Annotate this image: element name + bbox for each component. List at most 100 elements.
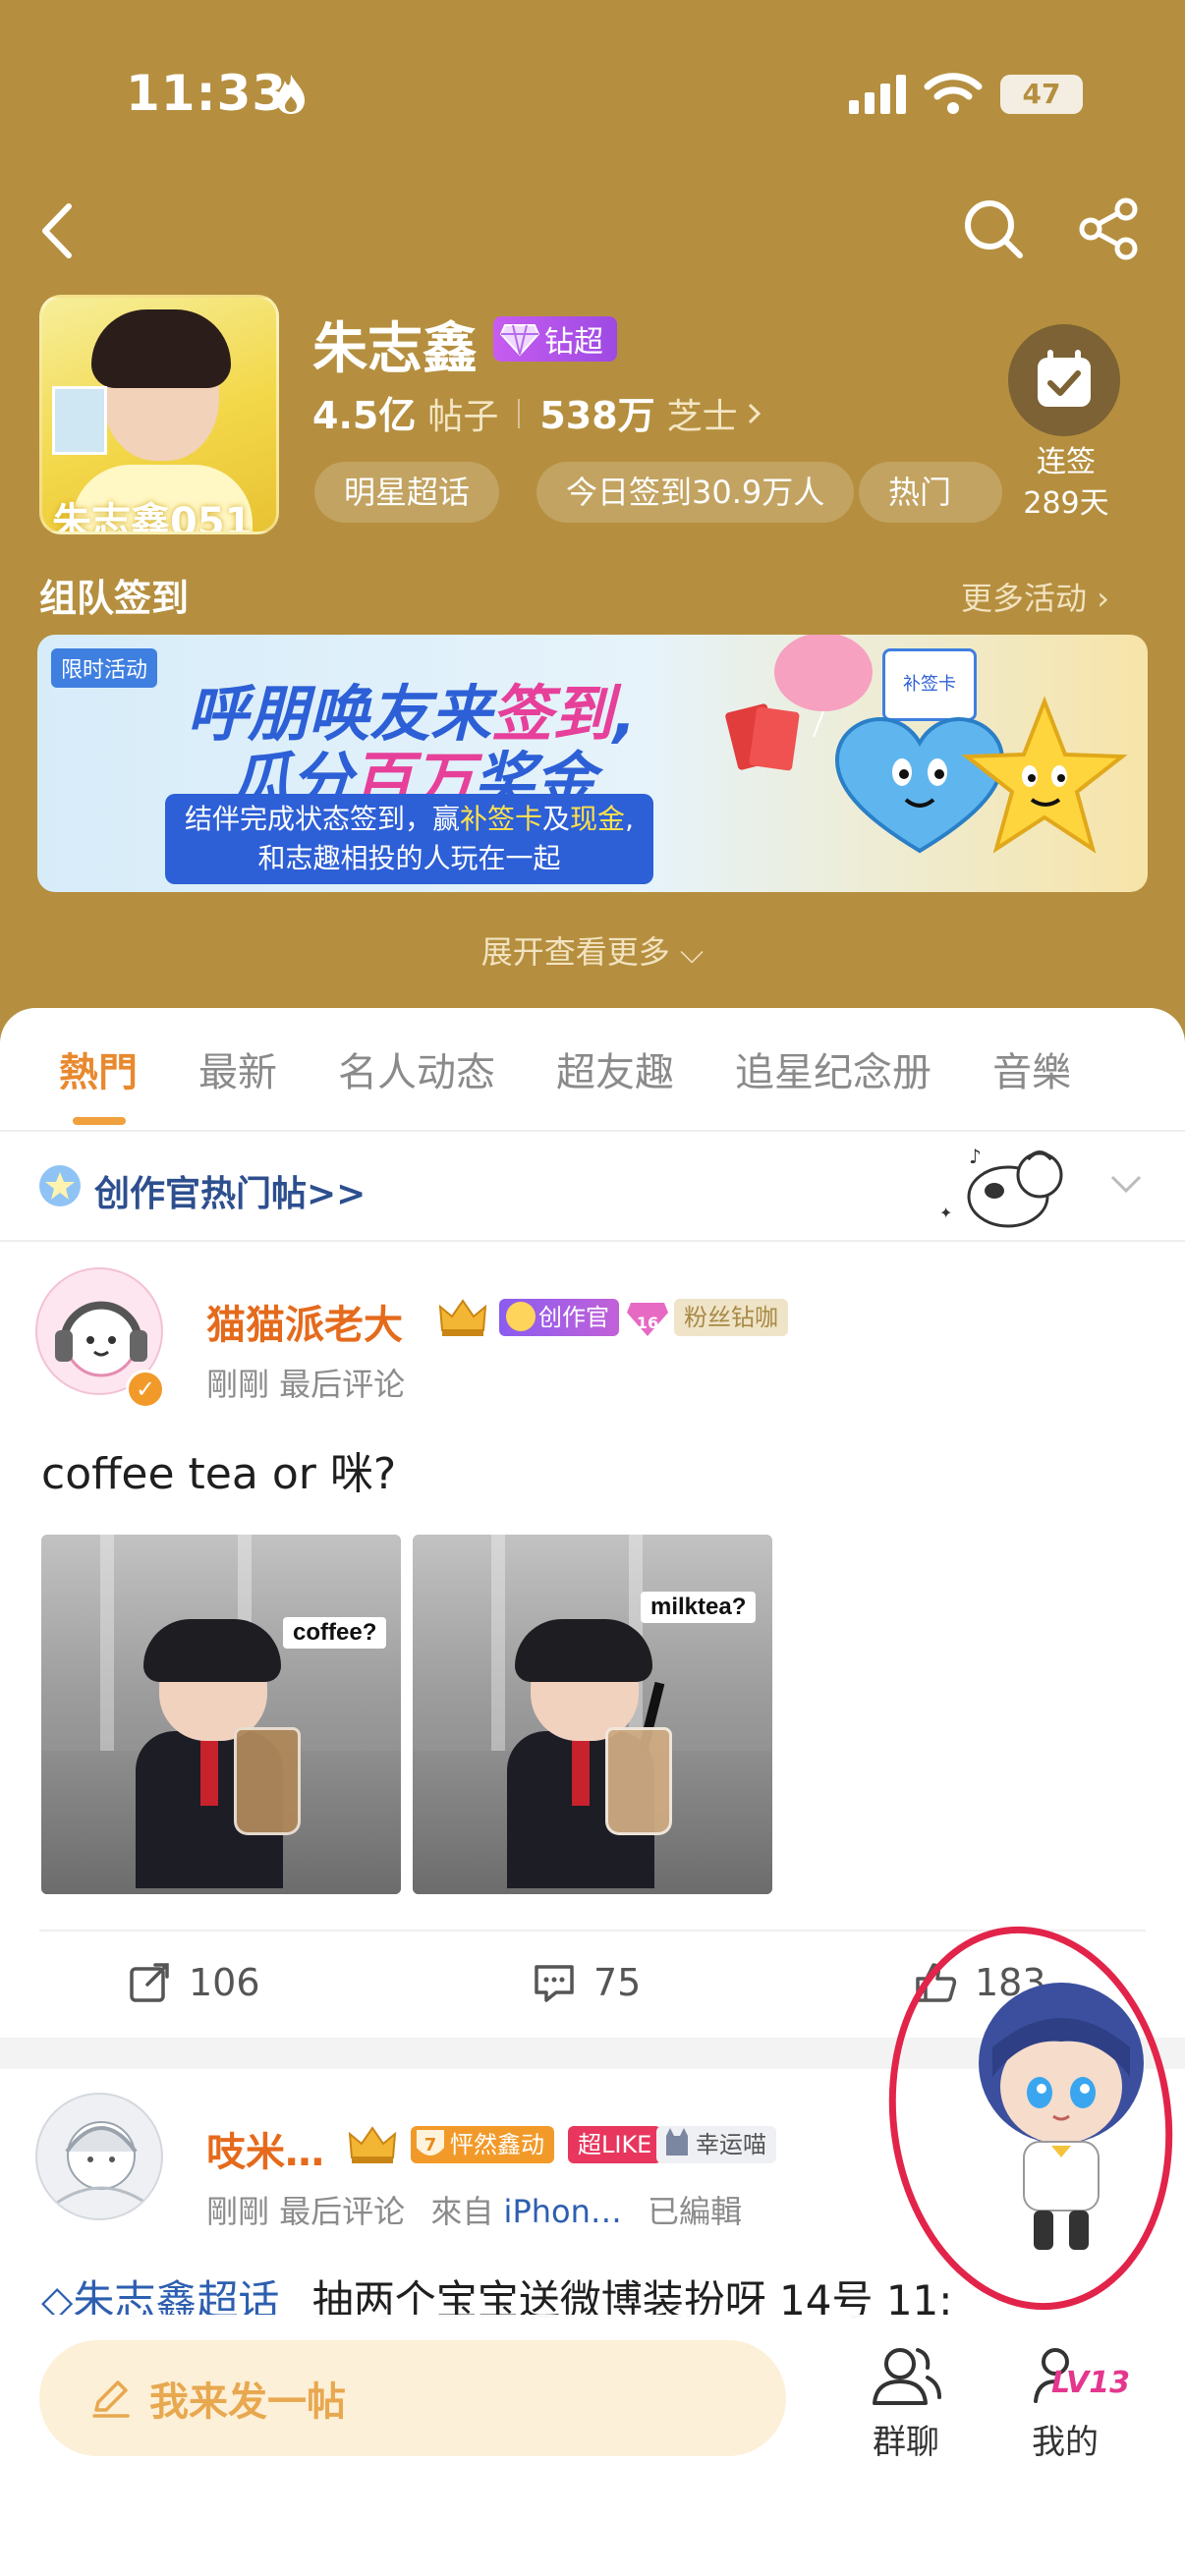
- creator-badge-label: 创作官: [538, 1304, 609, 1331]
- banner-subtitle: 结伴完成状态签到，赢补签卡及现金, 和志趣相投的人玩在一起: [165, 794, 653, 884]
- post2-author-name[interactable]: 吱米…: [206, 2120, 324, 2177]
- team-checkin-title: 组队签到: [39, 577, 190, 620]
- post1-photo-2[interactable]: milktea?: [413, 1535, 772, 1894]
- status-time: 11:33: [126, 65, 288, 122]
- photo-person-hair: [143, 1619, 281, 1682]
- post1-text[interactable]: coffee tea or 咪?: [41, 1438, 396, 1501]
- star-avatar[interactable]: 朱志鑫051: [39, 295, 279, 534]
- cow-mascot-icon: ♪ ✦: [939, 1145, 1063, 1228]
- chevron-right-icon: [748, 403, 761, 424]
- level-number: 7: [424, 2135, 437, 2156]
- share-icon[interactable]: [1077, 196, 1142, 261]
- post1-share-button[interactable]: 106: [128, 1955, 260, 2010]
- tab-memorial-album[interactable]: 追星纪念册: [735, 1040, 931, 1097]
- back-arrow-icon[interactable]: [29, 196, 88, 265]
- super-topic-level-badge[interactable]: 钻超: [493, 316, 617, 362]
- limited-time-tag: 限时活动: [51, 648, 158, 688]
- fan-level-number: 16: [637, 1314, 658, 1332]
- checkin-streak: 连签 289天: [983, 442, 1150, 525]
- user-level-badge: LV13: [1051, 2366, 1130, 2400]
- chevron-down-icon: ⌵: [679, 933, 705, 971]
- diamond-icon: [499, 324, 540, 357]
- cat-icon: [666, 2128, 688, 2156]
- group-chat-tab[interactable]: 群聊: [847, 2338, 965, 2463]
- compose-post-button[interactable]: 我来发一帖: [39, 2340, 786, 2456]
- status-bar: 11:33 47: [0, 0, 1185, 187]
- creator-hot-posts-row[interactable]: 创作官热门帖>> ♪ ✦: [0, 1134, 1185, 1242]
- chevron-right-icon: ›: [1097, 580, 1109, 617]
- fans-unit[interactable]: 芝士: [667, 388, 738, 439]
- tab-celebrity-updates[interactable]: 名人动态: [338, 1040, 495, 1097]
- chip-hot[interactable]: 热门: [859, 462, 1002, 523]
- mine-tab[interactable]: 我的: [1006, 2338, 1124, 2463]
- group-chat-icon: [873, 2348, 941, 2405]
- post2-device[interactable]: iPhon…: [504, 2193, 622, 2230]
- wifi-icon: [924, 73, 983, 114]
- sub-1b: 补签卡: [460, 803, 543, 835]
- banner-sub-line-1: 结伴完成状态签到，赢补签卡及现金,: [185, 803, 634, 835]
- more-activities-label: 更多活动: [961, 580, 1088, 617]
- sub-1c: 及: [542, 803, 571, 835]
- star-name: 朱志鑫: [312, 317, 478, 381]
- posts-count: 4.5亿: [312, 394, 417, 437]
- stats-divider: [518, 399, 521, 428]
- photo-2-caption: milktea?: [641, 1592, 757, 1623]
- photo-milktea-cup: [605, 1727, 672, 1835]
- fan-level-gem-icon: 16: [627, 1303, 668, 1336]
- posts-unit: 帖子: [427, 397, 499, 437]
- feed-tabs: 熱門 最新 名人动态 超友趣 追星纪念册 音樂: [0, 1008, 1185, 1132]
- team-checkin-banner[interactable]: 限时活动 呼朋唤友来签到, 瓜分百万奖金 结伴完成状态签到，赢补签卡及现金, 和…: [37, 635, 1148, 892]
- tab-latest[interactable]: 最新: [198, 1040, 277, 1097]
- level-badge-label: 钻超: [544, 325, 603, 360]
- share-count: 106: [189, 1961, 260, 2004]
- avatar-hair: [91, 309, 231, 388]
- fans-count[interactable]: 538万: [539, 385, 654, 439]
- checkin-button[interactable]: [1008, 324, 1120, 436]
- comment-icon: [535, 1965, 574, 2002]
- avatar-caption: 朱志鑫051: [52, 500, 253, 534]
- comment-count: 75: [593, 1961, 642, 2004]
- expand-more-label: 展开查看更多: [480, 933, 670, 971]
- post1-action-divider: [39, 1930, 1146, 1932]
- tab-hot[interactable]: 熱門: [59, 1040, 138, 1125]
- chevron-down-icon[interactable]: [1106, 1169, 1146, 1199]
- creator-star-badge-icon: [39, 1165, 81, 1206]
- verified-badge-icon: ✓: [126, 1370, 165, 1409]
- post2-time: 剛剛 最后评论: [206, 2193, 406, 2230]
- more-activities-link[interactable]: 更多活动 ›: [961, 574, 1109, 619]
- chip-star-topic[interactable]: 明星超话: [314, 462, 500, 523]
- compose-label: 我来发一帖: [149, 2380, 346, 2425]
- heartbeat-badge-label: 怦然鑫动: [450, 2131, 544, 2158]
- chip-today-checkins[interactable]: 今日签到30.9万人: [536, 462, 855, 523]
- crown-badge-icon: [438, 1299, 487, 1336]
- post1-comment-button[interactable]: 75: [533, 1955, 641, 2010]
- post2-meta: 剛剛 最后评论 來自 iPhon… 已編輯: [206, 2187, 742, 2232]
- photo-coffee-cup: [234, 1727, 301, 1835]
- post2-edited: 已編輯: [648, 2193, 743, 2230]
- fan-diamond-badge: 粉丝钻咖: [674, 1299, 788, 1336]
- level-shield-icon: 7: [417, 2130, 444, 2156]
- post2-author-avatar[interactable]: [35, 2093, 163, 2220]
- sub-1a: 结伴完成状态签到，赢: [185, 803, 461, 835]
- search-icon[interactable]: [961, 196, 1026, 261]
- cellular-signal-icon: [849, 75, 906, 114]
- group-chat-label: 群聊: [873, 2423, 939, 2462]
- star-stats: 4.5亿 帖子 538万 芝士: [312, 385, 765, 439]
- anime-avatar-icon: [56, 2121, 146, 2205]
- pencil-icon: [92, 2380, 130, 2418]
- creator-hot-posts-label: 创作官热门帖>>: [94, 1174, 367, 1214]
- battery-indicator: 47: [1000, 75, 1083, 114]
- hotspot-flame-icon: [277, 75, 305, 114]
- banner-sub-line-2: 和志趣相投的人玩在一起: [257, 842, 561, 874]
- post1-author-name[interactable]: 猫猫派老大: [206, 1293, 403, 1350]
- photo-person-tie: [200, 1737, 218, 1806]
- checkin-label: 连签: [1037, 445, 1096, 479]
- sub-1d: 现金: [570, 803, 626, 835]
- expand-more-button[interactable]: 展开查看更多 ⌵: [0, 927, 1185, 973]
- tab-super-fun[interactable]: 超友趣: [556, 1040, 674, 1097]
- photo-1-caption: coffee?: [283, 1617, 387, 1649]
- post1-meta: 剛剛 最后评论: [206, 1366, 406, 1403]
- post1-photo-1[interactable]: coffee?: [41, 1535, 401, 1894]
- tab-music[interactable]: 音樂: [992, 1040, 1071, 1097]
- crown-badge-icon: [348, 2126, 397, 2163]
